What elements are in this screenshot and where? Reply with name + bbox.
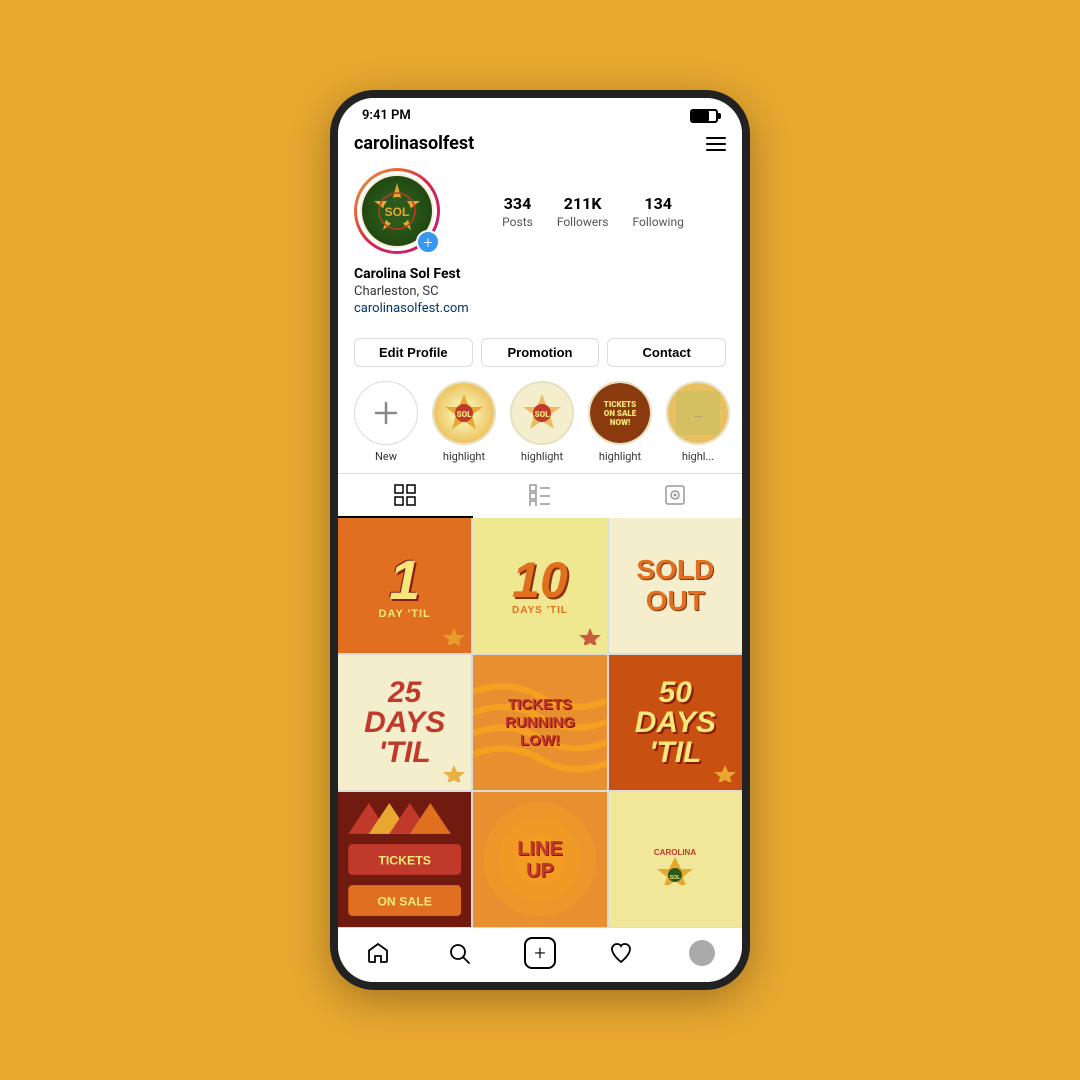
story-hl3-label: highlight (599, 450, 641, 463)
posts-count: 334 (504, 194, 532, 213)
story-hl2-circle: SOL (510, 381, 574, 445)
menu-button[interactable] (706, 137, 726, 151)
nav-profile[interactable] (682, 938, 722, 968)
story-new[interactable]: New (354, 381, 418, 463)
app-header: carolinasolfest (338, 127, 742, 164)
story-hl1-label: highlight (443, 450, 485, 463)
content-tabs (338, 473, 742, 518)
followers-label: Followers (557, 215, 609, 229)
profile-name: Carolina Sol Fest (354, 266, 726, 282)
following-label: Following (633, 215, 684, 229)
svg-text:SOL: SOL (535, 410, 551, 419)
stories-row: New SOL highlight (338, 367, 742, 473)
followers-stat: 211K Followers (557, 194, 609, 229)
svg-text:TICKETS: TICKETS (604, 400, 636, 409)
svg-text:SOL: SOL (457, 410, 473, 419)
status-bar: 9:41 PM (338, 98, 742, 127)
add-story-button[interactable]: + (416, 230, 440, 254)
story-highlight-2[interactable]: SOL highlight (510, 381, 574, 463)
add-post-icon: + (524, 937, 556, 969)
story-hl4-circle: ... (666, 381, 730, 445)
svg-text:SOL: SOL (385, 205, 410, 219)
svg-text:SOL: SOL (670, 875, 680, 881)
grid-cell-1[interactable]: 1 DAY 'TIL (338, 518, 471, 653)
story-hl4-label: highl... (682, 450, 714, 463)
grid-cell-4[interactable]: 25DAYS'TIL (338, 655, 471, 790)
svg-text:ON SALE: ON SALE (604, 409, 637, 418)
grid-cell-2[interactable]: 10 DAYS 'TIL (473, 518, 606, 653)
edit-profile-button[interactable]: Edit Profile (354, 338, 473, 367)
contact-button[interactable]: Contact (607, 338, 726, 367)
followers-count: 211K (564, 194, 602, 213)
story-hl2-label: highlight (521, 450, 563, 463)
following-stat: 134 Following (633, 194, 684, 229)
nav-heart[interactable] (601, 938, 641, 968)
posts-stat: 334 Posts (502, 194, 533, 229)
story-new-circle (354, 381, 418, 445)
story-highlight-1[interactable]: SOL highlight (432, 381, 496, 463)
grid-cell-9[interactable]: CAROLINA SOL (609, 792, 742, 927)
action-buttons: Edit Profile Promotion Contact (354, 338, 726, 367)
story-new-label: New (375, 450, 397, 463)
svg-text:...: ... (695, 410, 702, 419)
profile-section: SOL + 334 Posts 211K Follower (338, 164, 742, 328)
bottom-nav: + (338, 927, 742, 982)
nav-search[interactable] (439, 938, 479, 968)
tab-grid[interactable] (338, 474, 473, 518)
story-highlight-3[interactable]: TICKETS ON SALE NOW! highlight (588, 381, 652, 463)
grid-cell-3[interactable]: SOLD OUT (609, 518, 742, 653)
svg-text:TICKETS: TICKETS (378, 854, 431, 868)
posts-label: Posts (502, 215, 533, 229)
story-hl3-circle: TICKETS ON SALE NOW! (588, 381, 652, 445)
nav-home[interactable] (358, 938, 398, 968)
story-highlight-4[interactable]: ... highl... (666, 381, 730, 463)
svg-text:CAROLINA: CAROLINA (654, 848, 696, 857)
grid-cell-8[interactable]: LINEUP (473, 792, 606, 927)
avatar-wrap: SOL + (354, 168, 440, 254)
story-hl1-circle: SOL (432, 381, 496, 445)
grid-cell-7[interactable]: TICKETS ON SALE (338, 792, 471, 927)
svg-text:ON SALE: ON SALE (377, 895, 432, 909)
grid-cell-6[interactable]: 50DAYS'TIL (609, 655, 742, 790)
profile-stats: 334 Posts 211K Followers 134 Following (460, 194, 726, 229)
svg-text:NOW!: NOW! (610, 418, 630, 427)
profile-username: carolinasolfest (354, 133, 474, 154)
phone-frame: 9:41 PM carolinasolfest (330, 90, 750, 990)
nav-add-post[interactable]: + (520, 938, 560, 968)
following-count: 134 (644, 194, 672, 213)
tab-tagged[interactable] (607, 474, 742, 518)
profile-location: Charleston, SC (354, 284, 726, 299)
grid-cell-5[interactable]: TICKETSRUNNINGLOW! (473, 655, 606, 790)
posts-grid: 1 DAY 'TIL 10 DAYS 'TIL (338, 518, 742, 927)
status-time: 9:41 PM (362, 108, 411, 123)
tab-list[interactable] (473, 474, 608, 518)
profile-website[interactable]: carolinasolfest.com (354, 301, 726, 316)
promotion-button[interactable]: Promotion (481, 338, 600, 367)
profile-nav-avatar (689, 940, 715, 966)
battery-icon (690, 109, 718, 123)
